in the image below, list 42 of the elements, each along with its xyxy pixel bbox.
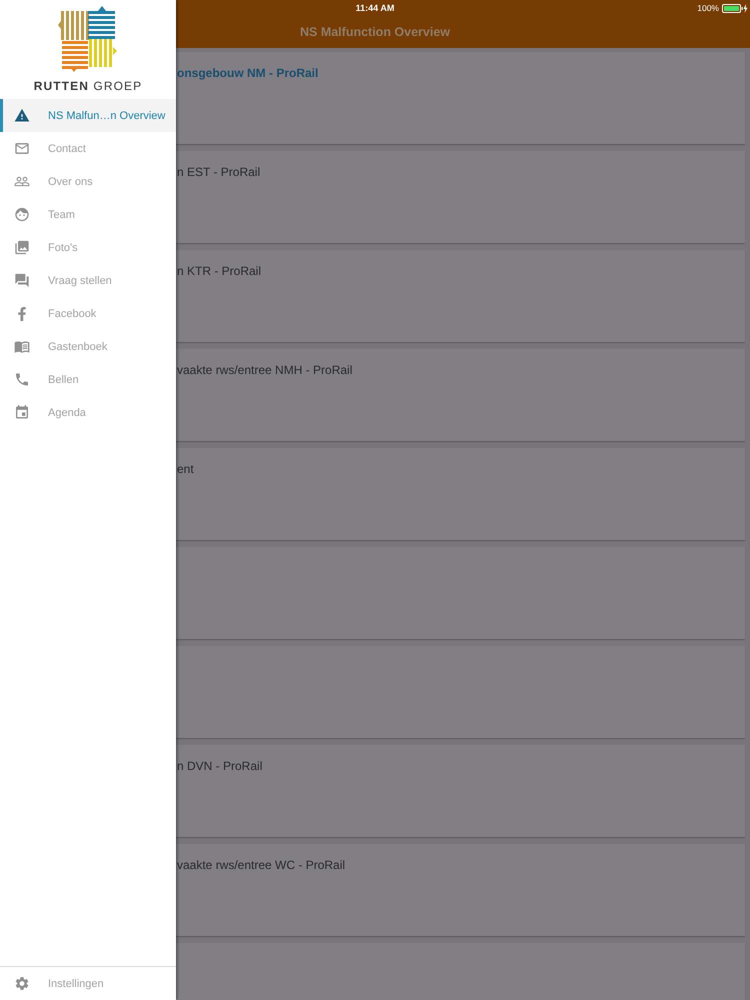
card-title: ent (177, 462, 194, 476)
settings-menu-item[interactable]: Instellingen (0, 967, 176, 1000)
status-time: 11:44 AM (356, 2, 394, 14)
card-title: onsgebouw NM - ProRail (177, 66, 318, 80)
nav-title: NS Malfunction Overview (300, 24, 450, 40)
warning-icon (14, 107, 30, 124)
malfunction-card[interactable]: vaakte rws/entree WC - ProRail (176, 844, 745, 936)
card-title: vaakte rws/entree NMH - ProRail (177, 363, 352, 377)
malfunction-card[interactable]: n EST - ProRail (176, 151, 745, 243)
photos-icon (14, 239, 30, 256)
envelope-icon (14, 140, 30, 157)
battery-charging-icon (722, 4, 748, 12)
malfunction-card[interactable] (176, 943, 745, 1000)
striped-logo-icon (58, 5, 118, 72)
menu-item[interactable]: Gastenboek (0, 330, 176, 363)
menu-item[interactable]: Vraag stellen (0, 264, 176, 297)
menu-item[interactable]: Facebook (0, 297, 176, 330)
menu-item[interactable]: Contact (0, 132, 176, 165)
malfunction-card[interactable]: n DVN - ProRail (176, 745, 745, 837)
logo-text: RUTTEN GROEP (34, 79, 142, 93)
battery-percentage: 100% (697, 3, 719, 13)
card-title: vaakte rws/entree WC - ProRail (177, 858, 346, 872)
malfunction-card[interactable]: ent (176, 448, 745, 540)
malfunction-card[interactable] (176, 646, 745, 738)
phone-icon (14, 371, 30, 388)
card-title: n DVN - ProRail (177, 759, 262, 773)
card-title: n KTR - ProRail (177, 264, 262, 278)
menu-item[interactable]: Agenda (0, 396, 176, 429)
menu-item[interactable]: Over ons (0, 165, 176, 198)
menu-item[interactable]: Foto's (0, 231, 176, 264)
malfunction-card[interactable] (176, 547, 745, 639)
calendar-icon (14, 404, 30, 421)
menu-item[interactable]: NS Malfun…n Overview (0, 99, 176, 132)
face-icon (14, 206, 30, 223)
settings-icon (14, 975, 30, 992)
menu-item[interactable]: Bellen (0, 363, 176, 396)
chat-bubbles-icon (14, 272, 30, 289)
menu-item[interactable]: Team (0, 198, 176, 231)
malfunction-card[interactable]: n KTR - ProRail (176, 250, 745, 342)
malfunction-card[interactable]: vaakte rws/entree NMH - ProRail (176, 349, 745, 441)
malfunction-card[interactable]: onsgebouw NM - ProRail (176, 52, 745, 144)
card-title: n EST - ProRail (177, 165, 260, 179)
